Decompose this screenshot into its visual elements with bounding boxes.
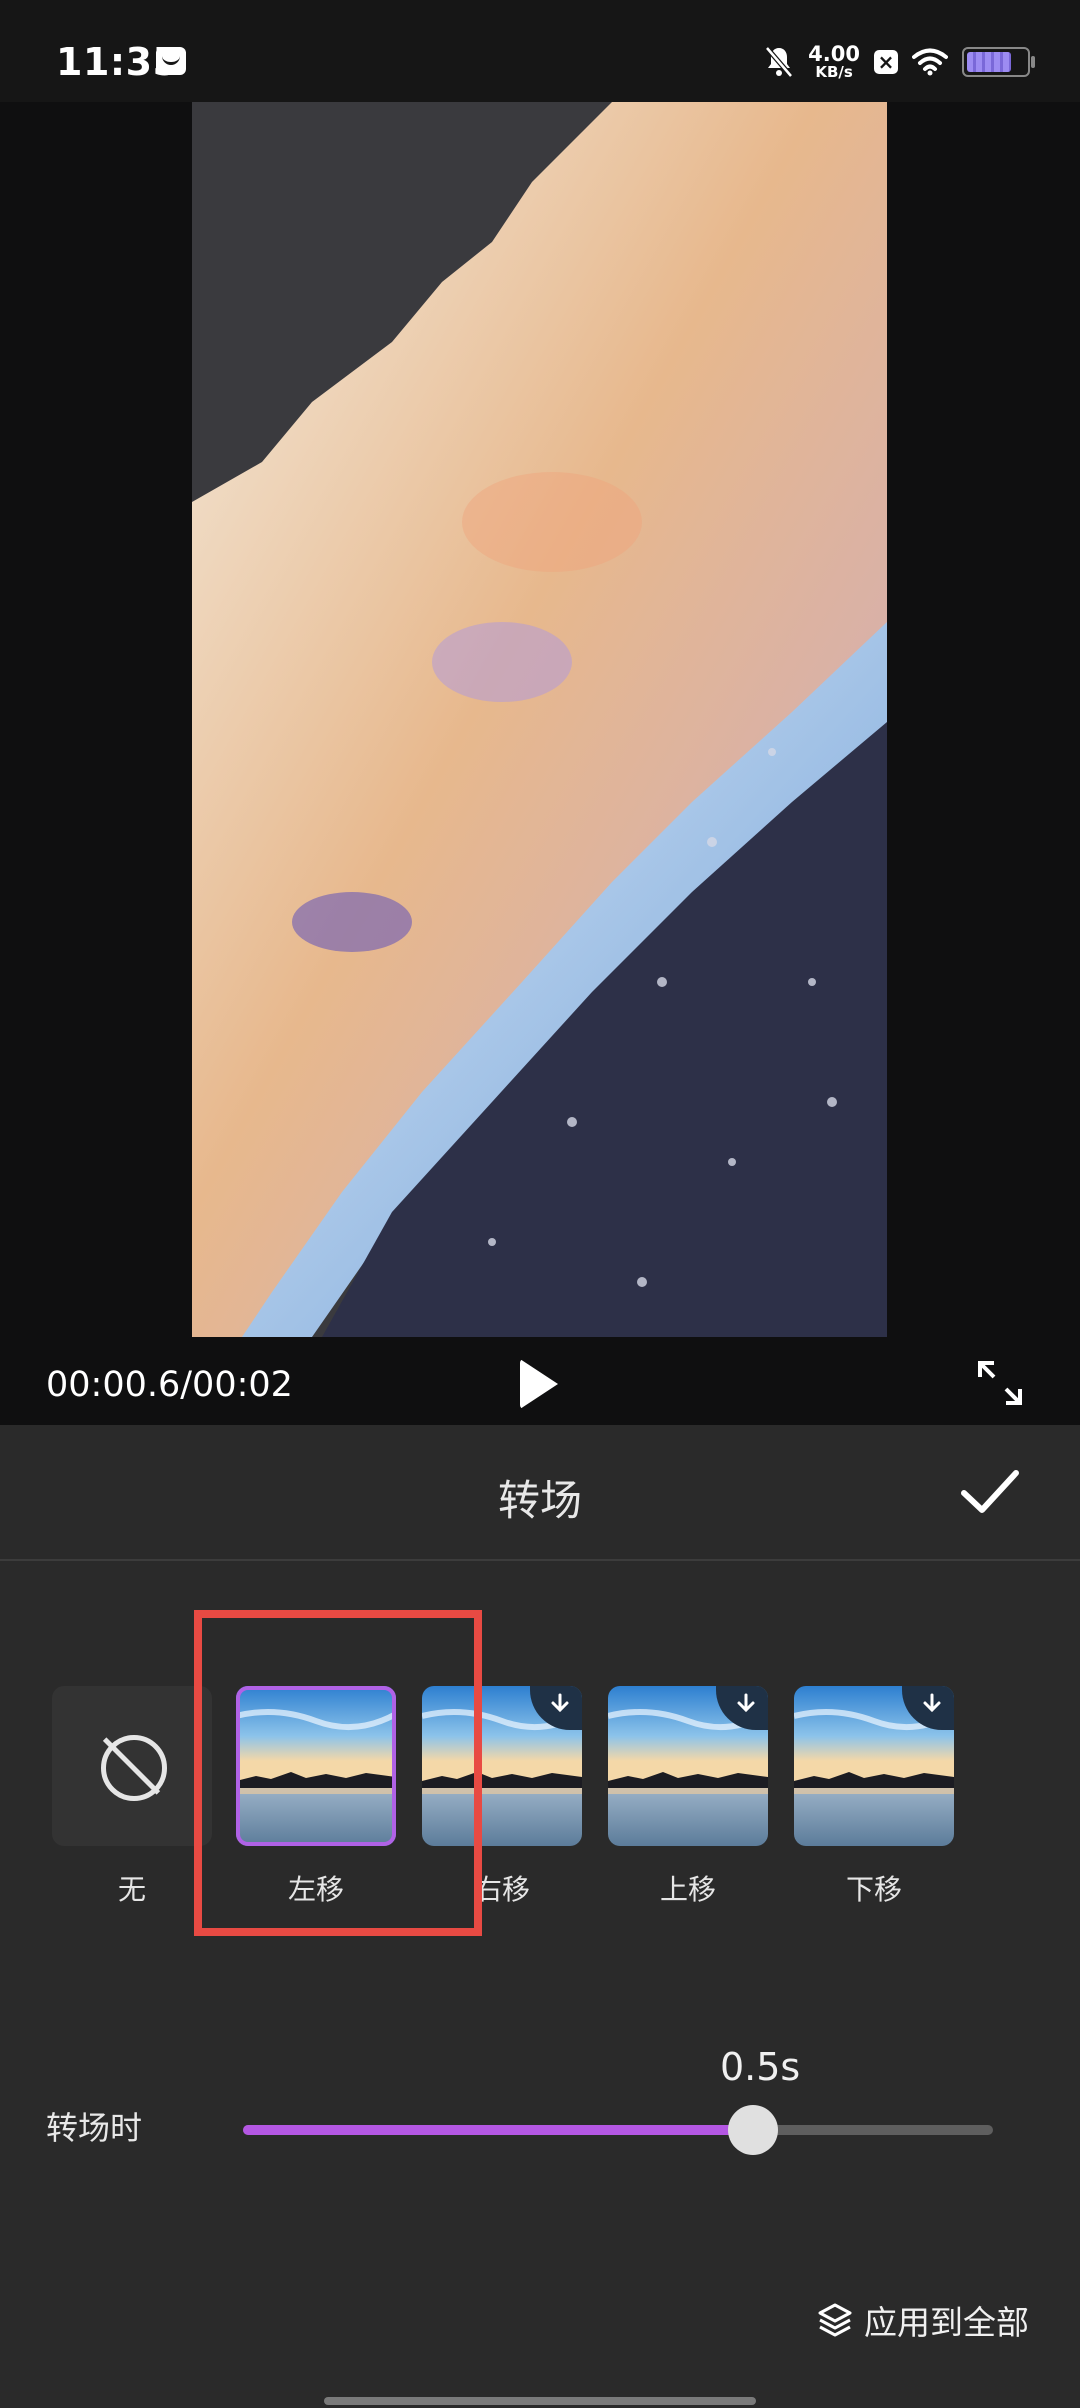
duration-slider-fill [243, 2125, 753, 2135]
fullscreen-icon[interactable] [976, 1359, 1024, 1407]
duration-slider-thumb[interactable] [728, 2105, 778, 2155]
transition-label: 上移 [659, 1873, 716, 1906]
video-frame-image [192, 102, 887, 1337]
transition-label: 下移 [845, 1873, 902, 1906]
transition-label: 无 [117, 1873, 146, 1906]
duration-value: 0.5s [720, 2045, 801, 2089]
timecode: 00:00.6/00:02 [46, 1365, 293, 1405]
panel-title: 转场 [497, 1476, 582, 1525]
highlight-box [194, 1610, 482, 1936]
apply-all-button[interactable]: 应用到全部 [816, 2296, 1029, 2344]
duration-slider-track[interactable] [243, 2125, 993, 2135]
duration-label: 转场时 [46, 2109, 143, 2147]
play-icon[interactable] [520, 1359, 558, 1409]
transition-thumb-none[interactable] [52, 1686, 212, 1846]
transition-panel: 转场 [0, 1425, 1080, 2408]
panel-header: 转场 [0, 1425, 1080, 1561]
net-speed-unit: KB/s [815, 63, 853, 81]
video-preview-area: 00:00.6/00:02 [0, 102, 1080, 1425]
video-frame[interactable] [192, 102, 887, 1337]
home-indicator[interactable] [324, 2397, 756, 2405]
status-bar: 11:35 4.00 KB/s × [0, 0, 1080, 102]
message-icon [156, 47, 186, 75]
apply-all-label: 应用到全部 [864, 2303, 1029, 2342]
transition-thumb[interactable] [794, 1686, 954, 1846]
wifi-icon [912, 48, 948, 76]
battery-level-fill [967, 52, 1011, 72]
net-speed: 4.00 KB/s [808, 44, 860, 80]
player-controls: 00:00.6/00:02 [0, 1337, 1080, 1425]
x-app-icon: × [874, 50, 898, 74]
status-icons: 4.00 KB/s × [764, 40, 1035, 84]
transition-thumb[interactable] [608, 1686, 768, 1846]
check-icon[interactable] [960, 1467, 1020, 1517]
mute-bell-icon [765, 46, 794, 78]
battery-icon [962, 47, 1035, 77]
layers-icon [818, 2303, 852, 2337]
net-speed-value: 4.00 [808, 42, 860, 66]
